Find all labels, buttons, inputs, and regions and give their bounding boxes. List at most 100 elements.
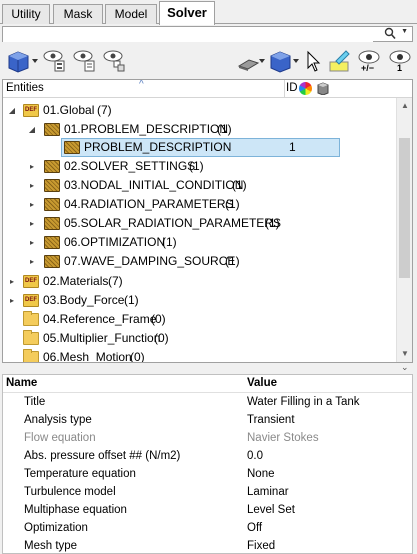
expand-arrow-icon[interactable]: ▸	[7, 272, 17, 291]
tree-row-label: 01.PROBLEM_DESCRIPTION	[64, 122, 229, 136]
property-row-analysis-type[interactable]: Analysis type Transient	[3, 411, 412, 429]
property-row-flow-equation: Flow equation Navier Stokes	[3, 429, 412, 447]
tab-label: Solver	[167, 5, 207, 20]
tab-model[interactable]: Model	[105, 4, 157, 24]
property-value[interactable]: None	[247, 465, 275, 483]
property-value[interactable]: 0.0	[247, 447, 263, 465]
tab-mask[interactable]: Mask	[53, 4, 103, 24]
folder-icon	[23, 349, 39, 362]
scrollbar-thumb[interactable]	[399, 138, 410, 278]
isolate-button[interactable]	[102, 48, 128, 74]
isolate-icon	[103, 50, 125, 72]
cube-icon[interactable]	[317, 82, 329, 96]
tree-row-global[interactable]: ◢ DEF 01.Global (7)	[3, 101, 396, 120]
collapse-arrow-icon[interactable]: ◢	[7, 101, 17, 120]
magnifier-icon[interactable]	[384, 27, 396, 43]
eraser-button[interactable]	[236, 48, 266, 74]
property-value[interactable]: Level Set	[247, 501, 295, 519]
isolate-visible-button[interactable]: 1	[387, 48, 413, 74]
tree-row-body-force[interactable]: ▸ DEF 03.Body_Force (1)	[3, 291, 396, 310]
tree-row-label: 01.Global	[43, 103, 95, 117]
tree-row-nodal-initial-condition[interactable]: ▸ 03.NODAL_INITIAL_CONDITION (1)	[3, 176, 396, 195]
show-all-button[interactable]	[72, 48, 98, 74]
tree-row-solar-radiation-parameters[interactable]: ▸ 05.SOLAR_RADIATION_PARAMETERS (1)	[3, 214, 396, 233]
tab-label: Utility	[11, 7, 41, 21]
expand-arrow-icon[interactable]: ▸	[27, 252, 37, 271]
tree-row-label: 04.Reference_Frame	[43, 312, 157, 326]
folder-icon: DEF	[23, 294, 39, 307]
toolbar: +/− 1	[0, 44, 417, 78]
entity-color-button[interactable]	[268, 48, 302, 74]
tree-row-label: PROBLEM_DESCRIPTION	[84, 140, 232, 154]
collapse-chevron-icon[interactable]: ⌄	[401, 362, 409, 373]
tab-label: Mask	[63, 7, 93, 21]
highlight-button[interactable]	[328, 48, 352, 74]
show-ids-button[interactable]	[42, 48, 68, 74]
tree-row-mesh-motion[interactable]: 06.Mesh_Motion (0)	[3, 348, 396, 363]
tree-row-solver-settings[interactable]: ▸ 02.SOLVER_SETTINGS (1)	[3, 157, 396, 176]
search-options-dropdown-icon[interactable]: ▼	[401, 28, 408, 35]
color-wheel-icon[interactable]	[299, 82, 312, 95]
tree-row-wave-damping-source[interactable]: ▸ 07.WAVE_DAMPING_SOURCE (1)	[3, 252, 396, 271]
toggle-visibility-button[interactable]: +/−	[356, 48, 384, 74]
property-row-turbulence-model[interactable]: Turbulence model Laminar	[3, 483, 412, 501]
property-name: Mesh type	[24, 540, 78, 552]
expand-arrow-icon[interactable]: ▸	[7, 291, 17, 310]
property-row-mesh-type[interactable]: Mesh type Fixed	[3, 537, 412, 553]
tab-bar: Utility Mask Model Solver	[0, 0, 417, 25]
property-value[interactable]: Laminar	[247, 483, 289, 501]
one-label: 1	[397, 63, 403, 73]
property-row-abs-pressure-offset[interactable]: Abs. pressure offset ## (N/m2) 0.0	[3, 447, 412, 465]
expand-arrow-icon[interactable]: ▸	[27, 157, 37, 176]
property-value[interactable]: Fixed	[247, 537, 275, 553]
tree-row-reference-frame[interactable]: 04.Reference_Frame (0)	[3, 310, 396, 329]
tree-row-id: 1	[289, 140, 296, 154]
tree-row-count: (1)	[265, 216, 280, 230]
property-name: Title	[24, 396, 46, 408]
expand-arrow-icon[interactable]: ▸	[27, 214, 37, 233]
tree-row-problem-description[interactable]: PROBLEM_DESCRIPTION 1	[61, 138, 340, 157]
pointer-button[interactable]	[304, 48, 322, 74]
property-row-temperature-equation[interactable]: Temperature equation None	[3, 465, 412, 483]
entity-tree: Entities ^ ID ◢ DEF 01.Global (7) ◢ 01.P…	[2, 79, 413, 363]
property-value[interactable]: Transient	[247, 411, 295, 429]
tree-row-count: (0)	[151, 312, 166, 326]
value-column-header[interactable]: Value	[247, 377, 277, 389]
tree-row-multiplier-function[interactable]: 05.Multiplier_Function (0)	[3, 329, 396, 348]
tree-row-count: (7)	[108, 274, 123, 288]
tree-row-label: 05.Multiplier_Function	[43, 331, 161, 345]
plus-minus-label: +/−	[361, 63, 375, 73]
tree-row-problem-description-folder[interactable]: ◢ 01.PROBLEM_DESCRIPTION (1)	[3, 120, 396, 139]
tree-row-radiation-parameters[interactable]: ▸ 04.RADIATION_PARAMETERS (1)	[3, 195, 396, 214]
expand-arrow-icon[interactable]: ▸	[27, 233, 37, 252]
collapse-arrow-icon[interactable]: ◢	[27, 120, 37, 139]
expand-arrow-icon[interactable]: ▸	[27, 195, 37, 214]
tree-row-materials[interactable]: ▸ DEF 02.Materials (7)	[3, 272, 396, 291]
pane-splitter[interactable]: ⌄	[0, 362, 417, 374]
entities-column-header[interactable]: Entities	[6, 82, 44, 94]
show-all-icon	[73, 50, 95, 72]
folder-icon	[23, 311, 39, 326]
scroll-down-icon[interactable]: ▼	[397, 346, 412, 362]
name-column-header[interactable]: Name	[6, 377, 37, 389]
property-name: Abs. pressure offset ## (N/m2)	[24, 450, 181, 462]
tree-row-optimization[interactable]: ▸ 06.OPTIMIZATION (1)	[3, 233, 396, 252]
tab-utility[interactable]: Utility	[2, 4, 50, 24]
expand-arrow-icon[interactable]: ▸	[27, 176, 37, 195]
property-row-title[interactable]: Title Water Filling in a Tank	[3, 393, 412, 411]
id-column-header[interactable]: ID	[286, 82, 298, 94]
property-row-multiphase-equation[interactable]: Multiphase equation Level Set	[3, 501, 412, 519]
property-value[interactable]: Off	[247, 519, 262, 537]
tree-row-count: (0)	[154, 331, 169, 345]
tree-row-count: (0)	[130, 350, 145, 363]
scroll-up-icon[interactable]: ▲	[397, 98, 412, 114]
search-input[interactable]	[3, 28, 373, 42]
entity-view-button[interactable]	[6, 48, 40, 74]
property-name: Multiphase equation	[24, 504, 127, 516]
tree-row-label: 06.Mesh_Motion	[43, 350, 132, 363]
property-name: Turbulence model	[24, 486, 116, 498]
property-row-optimization[interactable]: Optimization Off	[3, 519, 412, 537]
tree-scrollbar[interactable]: ▲ ▼	[396, 98, 412, 362]
tab-solver[interactable]: Solver	[159, 1, 215, 25]
property-value[interactable]: Water Filling in a Tank	[247, 393, 360, 411]
